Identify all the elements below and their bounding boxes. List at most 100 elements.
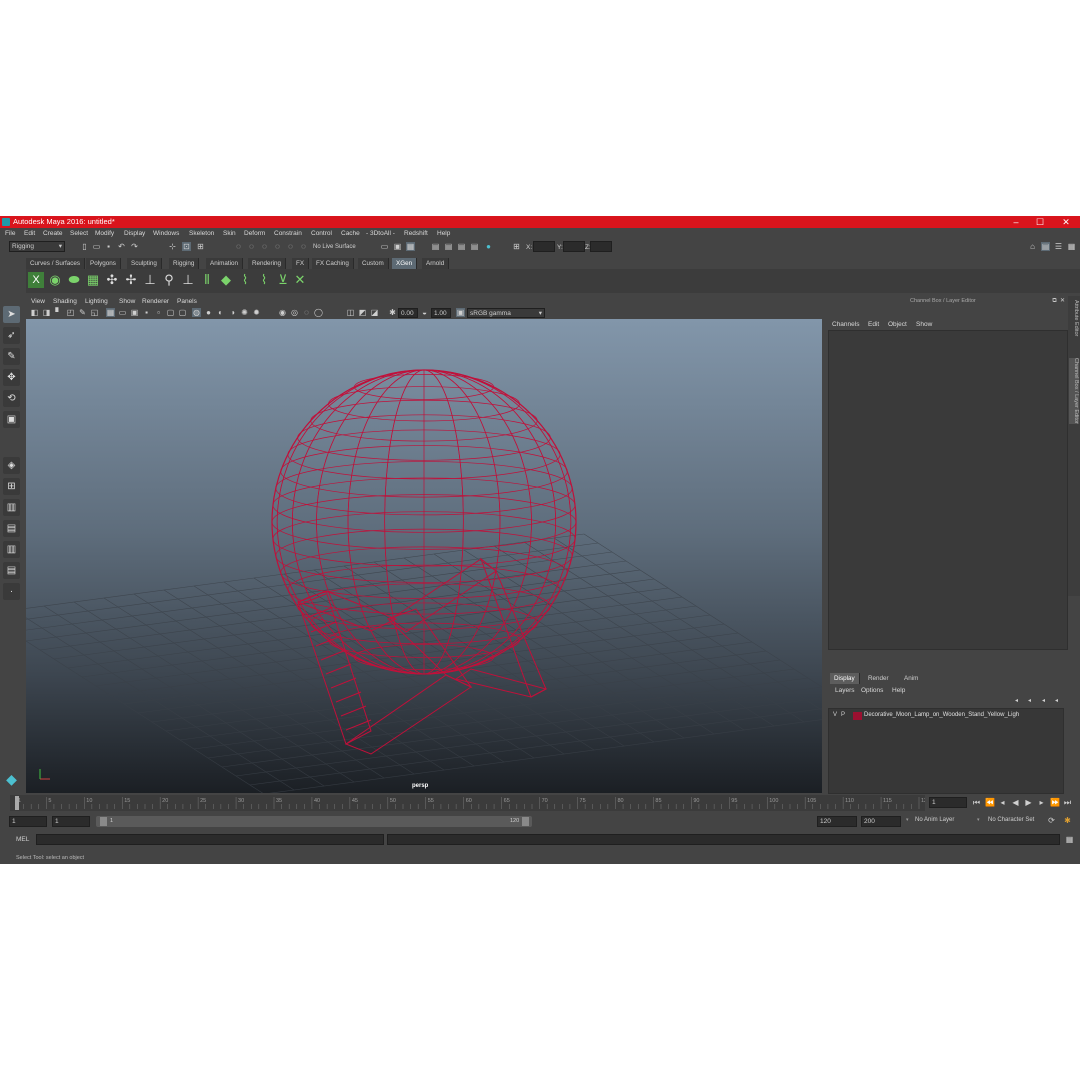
render-current-icon[interactable]: ▦: [406, 242, 415, 251]
auto-key-icon[interactable]: ⟳: [1047, 816, 1056, 825]
shadows-icon[interactable]: ✹: [252, 308, 261, 317]
xgen-move-icon[interactable]: ✢: [123, 272, 139, 288]
close-panel-icon[interactable]: ✕: [1058, 297, 1067, 306]
paint-select-icon[interactable]: ✎: [3, 348, 20, 365]
anim-layer-dropdown[interactable]: No Anim Layer: [915, 817, 954, 823]
redshift-icon[interactable]: ●: [484, 242, 493, 251]
snap-surface-icon[interactable]: ◌: [286, 242, 295, 251]
maximize-button[interactable]: ☐: [1028, 216, 1052, 228]
snap-view-icon[interactable]: ◌: [273, 242, 282, 251]
xgen-editor-icon[interactable]: X: [28, 272, 44, 288]
exposure-icon[interactable]: ✱: [388, 308, 397, 317]
ipr-icon[interactable]: ▤: [470, 242, 479, 251]
ambient-occlusion-icon[interactable]: ◉: [278, 308, 287, 317]
layer-row[interactable]: V P Decorative_Moon_Lamp_on_Wooden_Stand…: [829, 711, 1063, 721]
close-button[interactable]: ✕: [1054, 216, 1078, 228]
depth-of-field-icon[interactable]: ◯: [314, 308, 323, 317]
command-input[interactable]: [36, 834, 384, 845]
play-forwards-icon[interactable]: ▶: [1024, 798, 1033, 807]
go-to-start-icon[interactable]: ⏮: [972, 798, 981, 807]
menu-3dtoall[interactable]: - 3DtoAll -: [366, 230, 395, 237]
wireframe-on-shaded-icon[interactable]: ◐: [216, 308, 225, 317]
layer-menu-options[interactable]: Options: [861, 687, 883, 694]
textured-icon[interactable]: ◑: [228, 308, 237, 317]
bookmark-icon[interactable]: ▘: [54, 308, 63, 317]
layer-tab-render[interactable]: Render: [864, 673, 893, 684]
menu-help[interactable]: Help: [437, 230, 450, 237]
anti-aliasing-icon[interactable]: ◌: [302, 308, 311, 317]
resolution-gate-icon[interactable]: ▣: [130, 308, 139, 317]
menu-deform[interactable]: Deform: [244, 230, 265, 237]
save-scene-icon[interactable]: ▪: [104, 242, 113, 251]
attribute-editor-icon[interactable]: ▤: [1041, 242, 1050, 251]
xgen-layer-icon[interactable]: ◆: [218, 272, 234, 288]
vp-menu-show[interactable]: Show: [119, 298, 135, 305]
camera-attributes-icon[interactable]: ◨: [42, 308, 51, 317]
range-slider[interactable]: 1 120: [96, 816, 532, 827]
cb-menu-object[interactable]: Object: [888, 321, 907, 328]
cb-menu-edit[interactable]: Edit: [868, 321, 879, 328]
select-hierarchy-icon[interactable]: ⊹: [168, 242, 177, 251]
channel-box-icon[interactable]: ▦: [1067, 242, 1076, 251]
live-surface-label[interactable]: No Live Surface: [313, 244, 356, 250]
grease-pencil-icon[interactable]: ✎: [78, 308, 87, 317]
construction-history-icon[interactable]: ▣: [393, 242, 402, 251]
layer-color-swatch[interactable]: [853, 712, 862, 720]
lights-icon[interactable]: ✺: [240, 308, 249, 317]
command-language-toggle[interactable]: MEL: [16, 836, 29, 843]
vp-menu-panels[interactable]: Panels: [177, 298, 197, 305]
animation-start-field[interactable]: 1: [9, 816, 47, 827]
vp-menu-shading[interactable]: Shading: [53, 298, 77, 305]
step-forward-key-icon[interactable]: ⏩: [1050, 798, 1060, 807]
anim-layer-arrow-icon[interactable]: ▾: [906, 817, 909, 823]
viewport-persp[interactable]: persp: [26, 319, 822, 793]
isolate-select-icon[interactable]: ◫: [346, 308, 355, 317]
shelf-tab-rendering[interactable]: Rendering: [248, 258, 287, 269]
move-layer-up-icon[interactable]: ◂: [1012, 697, 1021, 706]
shelf-tab-fx-caching[interactable]: FX Caching: [312, 258, 354, 269]
vp-menu-renderer[interactable]: Renderer: [142, 298, 169, 305]
time-slider[interactable]: 1 5 10 15 20 25 30 35 40 45 50 55 60 65 70 75 80 85 90 95 10…: [10, 795, 930, 811]
scene-wireframe[interactable]: [26, 319, 822, 793]
snap-grid-icon[interactable]: ◌: [234, 242, 243, 251]
menu-constrain[interactable]: Constrain: [274, 230, 302, 237]
motion-blur-icon[interactable]: ◎: [290, 308, 299, 317]
menu-cache[interactable]: Cache: [341, 230, 360, 237]
layer-playback-toggle[interactable]: P: [841, 712, 845, 718]
y-field[interactable]: [563, 241, 585, 252]
xgen-hair-icon[interactable]: ⫴: [199, 272, 215, 288]
menu-control[interactable]: Control: [311, 230, 332, 237]
menu-file[interactable]: File: [5, 230, 15, 237]
select-object-icon[interactable]: ⊡: [182, 242, 191, 251]
xgen-primitive-icon[interactable]: ⬬: [66, 272, 82, 288]
current-time-marker[interactable]: [15, 796, 19, 810]
anim-prefs-icon[interactable]: ✱: [1063, 816, 1072, 825]
xgen-delete-icon[interactable]: ✕: [292, 272, 308, 288]
xgen-create-description-icon[interactable]: ◉: [47, 272, 63, 288]
tool-settings-icon[interactable]: ☰: [1054, 242, 1063, 251]
four-view-icon[interactable]: ⊞: [3, 478, 20, 495]
new-layer-icon[interactable]: ◂: [1039, 697, 1048, 706]
shelf-tab-rigging[interactable]: Rigging: [169, 258, 200, 269]
current-frame-field[interactable]: 1: [929, 797, 967, 808]
menu-modify[interactable]: Modify: [95, 230, 114, 237]
playback-start-field[interactable]: 1: [52, 816, 90, 827]
rotate-tool-icon[interactable]: ⟲: [3, 390, 20, 407]
shelf-tab-fx[interactable]: FX: [292, 258, 310, 269]
snap-point-icon[interactable]: ◌: [260, 242, 269, 251]
cb-menu-show[interactable]: Show: [916, 321, 932, 328]
persp-graph-icon[interactable]: ▤: [3, 520, 20, 537]
cb-menu-channels[interactable]: Channels: [832, 321, 859, 328]
smooth-shade-icon[interactable]: ●: [204, 308, 213, 317]
xgen-comb-icon[interactable]: ⊥: [180, 272, 196, 288]
hypershade-icon[interactable]: ▤: [457, 242, 466, 251]
open-scene-icon[interactable]: ▭: [92, 242, 101, 251]
snap-curve-icon[interactable]: ◌: [247, 242, 256, 251]
animation-end-field[interactable]: 200: [861, 816, 901, 827]
gamma-field[interactable]: 1.00: [431, 308, 451, 318]
persp-outliner-icon[interactable]: ▥: [3, 499, 20, 516]
transform-icon[interactable]: ⊞: [512, 242, 521, 251]
camera-select-icon[interactable]: ◧: [30, 308, 39, 317]
step-forward-frame-icon[interactable]: ▸: [1037, 798, 1046, 807]
go-to-end-icon[interactable]: ⏭: [1063, 798, 1072, 807]
